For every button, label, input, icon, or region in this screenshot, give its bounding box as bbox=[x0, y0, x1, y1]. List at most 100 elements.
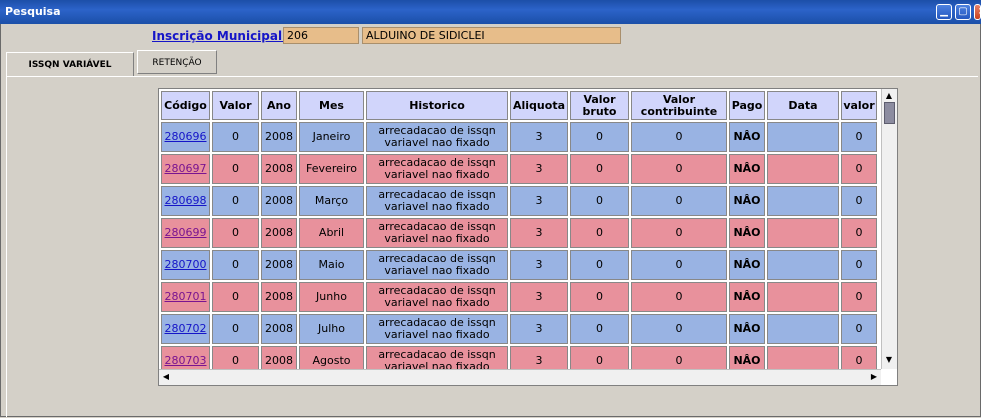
cell-valor: 0 bbox=[212, 346, 259, 369]
cell-pago: NÂO bbox=[729, 186, 765, 216]
vertical-scrollbar[interactable]: ▲ ▼ bbox=[881, 89, 897, 369]
cell-codigo[interactable]: 280699 bbox=[161, 218, 210, 248]
cell-aliquota: 3 bbox=[510, 218, 568, 248]
codigo-link[interactable]: 280699 bbox=[165, 226, 207, 239]
cell-pago: NÂO bbox=[729, 154, 765, 184]
close-button[interactable]: × bbox=[974, 4, 981, 20]
cell-data bbox=[767, 250, 839, 280]
cell-ano: 2008 bbox=[261, 154, 297, 184]
minimize-button[interactable]: ▁ bbox=[936, 4, 952, 20]
table-row[interactable]: 280699 0 2008 Abril arrecadacao de issqn var… bbox=[161, 218, 877, 248]
cell-mes: Agosto bbox=[299, 346, 364, 369]
inscricao-label[interactable]: Inscrição Municipal: bbox=[152, 29, 287, 43]
col-pago[interactable]: Pago bbox=[729, 91, 765, 120]
cell-valor2: 0 bbox=[841, 122, 877, 152]
table-row[interactable]: 280697 0 2008 Fevereiro arrecadacao de issqn… bbox=[161, 154, 877, 184]
cell-pago: NÂO bbox=[729, 250, 765, 280]
cell-pago: NÂO bbox=[729, 282, 765, 312]
cell-codigo[interactable]: 280696 bbox=[161, 122, 210, 152]
cell-codigo[interactable]: 280703 bbox=[161, 346, 210, 369]
cell-bruto: 0 bbox=[570, 218, 629, 248]
codigo-link[interactable]: 280703 bbox=[165, 354, 207, 367]
col-valor2[interactable]: valor bbox=[841, 91, 877, 120]
cell-historico: arrecadacao de issqn variavel nao fixado bbox=[366, 122, 508, 152]
col-valor-contribuinte[interactable]: Valor contribuinte bbox=[631, 91, 727, 120]
horizontal-scrollbar[interactable]: ◀ ▶ bbox=[159, 369, 881, 385]
table-row[interactable]: 280701 0 2008 Junho arrecadacao de issqn var… bbox=[161, 282, 877, 312]
cell-mes: Fevereiro bbox=[299, 154, 364, 184]
cell-valor2: 0 bbox=[841, 346, 877, 369]
cell-data bbox=[767, 122, 839, 152]
col-mes[interactable]: Mes bbox=[299, 91, 364, 120]
scroll-down-icon[interactable]: ▼ bbox=[882, 353, 896, 367]
table-row[interactable]: 280702 0 2008 Julho arrecadacao de issqn var… bbox=[161, 314, 877, 344]
cell-aliquota: 3 bbox=[510, 346, 568, 369]
cell-valor: 0 bbox=[212, 282, 259, 312]
cell-ano: 2008 bbox=[261, 282, 297, 312]
tab-issqn-variavel[interactable]: ISSQN VARIÁVEL bbox=[6, 52, 134, 77]
cell-data bbox=[767, 154, 839, 184]
cell-mes: Janeiro bbox=[299, 122, 364, 152]
cell-data bbox=[767, 186, 839, 216]
cell-ano: 2008 bbox=[261, 218, 297, 248]
cell-codigo[interactable]: 280702 bbox=[161, 314, 210, 344]
cell-valor2: 0 bbox=[841, 250, 877, 280]
nome-field[interactable]: ALDUINO DE SIDICLEI bbox=[362, 27, 621, 44]
codigo-link[interactable]: 280700 bbox=[165, 258, 207, 271]
cell-ano: 2008 bbox=[261, 122, 297, 152]
cell-mes: Abril bbox=[299, 218, 364, 248]
cell-valor: 0 bbox=[212, 186, 259, 216]
codigo-link[interactable]: 280697 bbox=[165, 162, 207, 175]
col-aliquota[interactable]: Aliquota bbox=[510, 91, 568, 120]
codigo-link[interactable]: 280702 bbox=[165, 322, 207, 335]
cell-bruto: 0 bbox=[570, 346, 629, 369]
col-data[interactable]: Data bbox=[767, 91, 839, 120]
cell-aliquota: 3 bbox=[510, 186, 568, 216]
scroll-left-icon[interactable]: ◀ bbox=[159, 370, 173, 384]
table-row[interactable]: 280698 0 2008 Março arrecadacao de issqn var… bbox=[161, 186, 877, 216]
cell-valor: 0 bbox=[212, 250, 259, 280]
cell-contribuinte: 0 bbox=[631, 250, 727, 280]
cell-mes: Maio bbox=[299, 250, 364, 280]
col-valor-bruto[interactable]: Valor bruto bbox=[570, 91, 629, 120]
table-row[interactable]: 280700 0 2008 Maio arrecadacao de issqn vari… bbox=[161, 250, 877, 280]
codigo-link[interactable]: 280696 bbox=[165, 130, 207, 143]
vertical-scroll-thumb[interactable] bbox=[884, 102, 895, 124]
cell-data bbox=[767, 282, 839, 312]
maximize-button[interactable]: ▢ bbox=[955, 4, 971, 20]
table-header-row: Código Valor Ano Mes Historico Aliquota … bbox=[161, 91, 877, 120]
codigo-link[interactable]: 280701 bbox=[165, 290, 207, 303]
title-bar[interactable]: Pesquisa ▁ ▢ × bbox=[0, 0, 981, 24]
col-codigo[interactable]: Código bbox=[161, 91, 210, 120]
cell-pago: NÂO bbox=[729, 314, 765, 344]
tab-retencao[interactable]: RETENÇÃO bbox=[137, 50, 217, 74]
close-icon: × bbox=[975, 5, 981, 19]
cell-codigo[interactable]: 280701 bbox=[161, 282, 210, 312]
codigo-link[interactable]: 280698 bbox=[165, 194, 207, 207]
col-valor[interactable]: Valor bbox=[212, 91, 259, 120]
table-row[interactable]: 280696 0 2008 Janeiro arrecadacao de issqn v… bbox=[161, 122, 877, 152]
cell-valor: 0 bbox=[212, 122, 259, 152]
col-ano[interactable]: Ano bbox=[261, 91, 297, 120]
inscricao-field[interactable]: 206 bbox=[283, 27, 359, 44]
cell-pago: NÂO bbox=[729, 122, 765, 152]
cell-aliquota: 3 bbox=[510, 314, 568, 344]
cell-codigo[interactable]: 280698 bbox=[161, 186, 210, 216]
scroll-right-icon[interactable]: ▶ bbox=[867, 370, 881, 384]
table-row[interactable]: 280703 0 2008 Agosto arrecadacao de issqn va… bbox=[161, 346, 877, 369]
cell-contribuinte: 0 bbox=[631, 122, 727, 152]
cell-valor2: 0 bbox=[841, 282, 877, 312]
col-historico[interactable]: Historico bbox=[366, 91, 508, 120]
cell-valor2: 0 bbox=[841, 154, 877, 184]
cell-bruto: 0 bbox=[570, 314, 629, 344]
cell-valor: 0 bbox=[212, 218, 259, 248]
cell-historico: arrecadacao de issqn variavel nao fixado bbox=[366, 314, 508, 344]
cell-aliquota: 3 bbox=[510, 282, 568, 312]
cell-historico: arrecadacao de issqn variavel nao fixado bbox=[366, 250, 508, 280]
cell-codigo[interactable]: 280700 bbox=[161, 250, 210, 280]
scroll-up-icon[interactable]: ▲ bbox=[882, 89, 896, 103]
cell-codigo[interactable]: 280697 bbox=[161, 154, 210, 184]
results-table: Código Valor Ano Mes Historico Aliquota … bbox=[159, 89, 879, 369]
cell-aliquota: 3 bbox=[510, 122, 568, 152]
cell-contribuinte: 0 bbox=[631, 314, 727, 344]
